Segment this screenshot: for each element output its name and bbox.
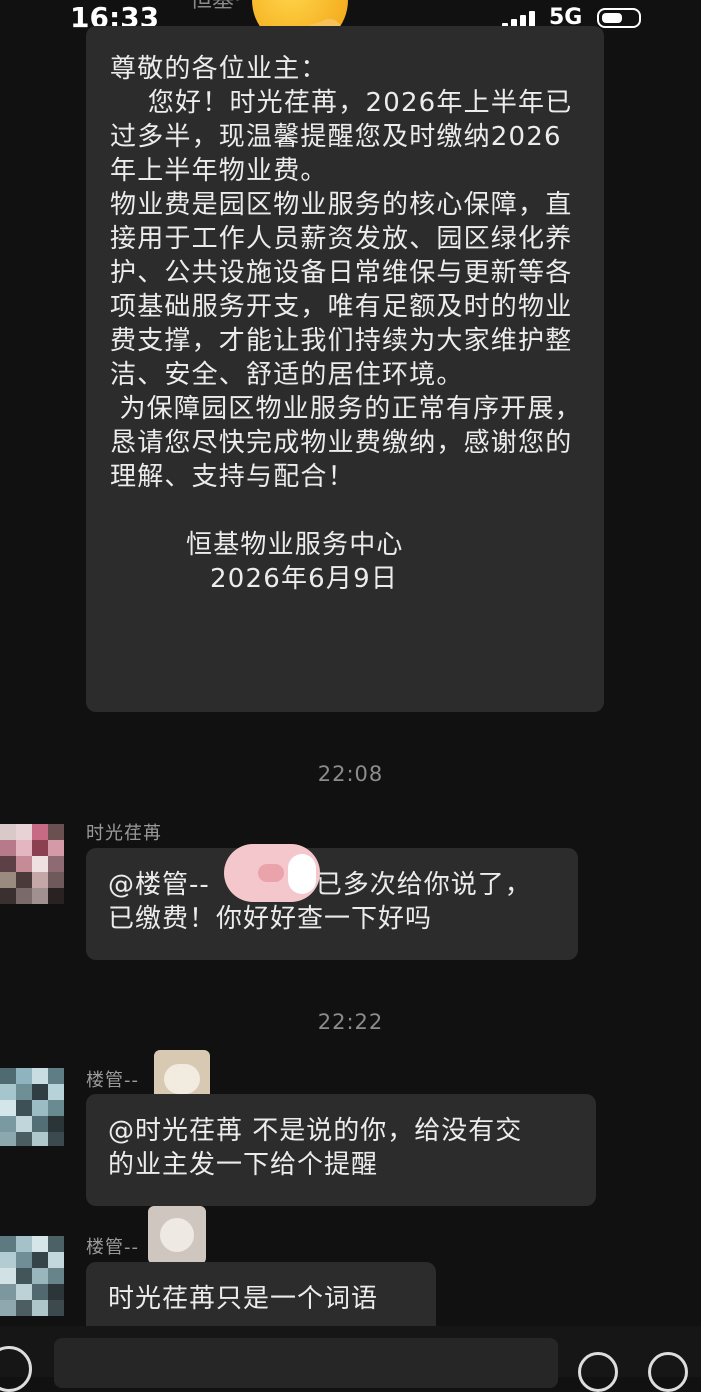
message-bubble[interactable]: @时光荏苒 不是说的你，给没有交 的业主发一下给个提醒 [86, 1094, 596, 1206]
message-text: 已多次给你说了， [315, 870, 532, 900]
notice-paragraph-1: 您好！时光荏苒，2026年上半年已过多半，现温馨提醒您及时缴纳2026年上半年物… [110, 88, 573, 186]
notice-message-bubble[interactable]: 尊敬的各位业主： 您好！时光荏苒，2026年上半年已过多半，现温馨提醒您及时缴纳… [86, 26, 604, 712]
message-text: 的业主发一下给个提醒 [108, 1150, 379, 1180]
message-bubble[interactable]: @楼管-- 已多次给你说了， 已缴费！你好好查一下好吗 [86, 848, 578, 960]
battery-icon [597, 8, 641, 28]
message-timestamp: 22:08 [317, 762, 384, 786]
sender-name: 楼管-- [86, 1070, 139, 1091]
mention-text[interactable]: @楼管-- [108, 870, 210, 900]
notice-paragraph-3: 为保障园区物业服务的正常有序开展，恳请您尽快完成物业费缴纳，感谢您的理解、支持与… [110, 394, 582, 492]
message-input[interactable] [54, 1338, 558, 1388]
message-text: 已缴费！你好好查一下好吗 [108, 904, 433, 934]
sender-name: 楼管-- [86, 1237, 139, 1258]
emoji-icon[interactable] [578, 1352, 618, 1392]
avatar[interactable] [0, 824, 64, 908]
notice-greeting: 尊敬的各位业主： [110, 54, 328, 84]
notice-paragraph-2: 物业费是园区物业服务的核心保障，直接用于工作人员薪资发放、园区绿化养护、公共设施… [110, 190, 573, 390]
sender-name: 时光荏苒 [86, 823, 162, 844]
notice-signature: 恒基物业服务中心 [186, 530, 404, 560]
avatar[interactable] [0, 1236, 64, 1320]
message-text: 时光荏苒只是一个词语 [108, 1284, 379, 1314]
plus-icon[interactable] [648, 1352, 688, 1392]
chat-title[interactable]: 恒基· [190, 0, 241, 14]
message-timestamp: 22:22 [317, 1010, 384, 1034]
avatar[interactable] [0, 1068, 64, 1146]
cat-sticker-icon [148, 1206, 206, 1264]
notice-date: 2026年6月9日 [210, 564, 399, 594]
pig-sticker-icon [224, 844, 320, 902]
message-text: @时光荏苒 不是说的你，给没有交 [108, 1116, 523, 1146]
